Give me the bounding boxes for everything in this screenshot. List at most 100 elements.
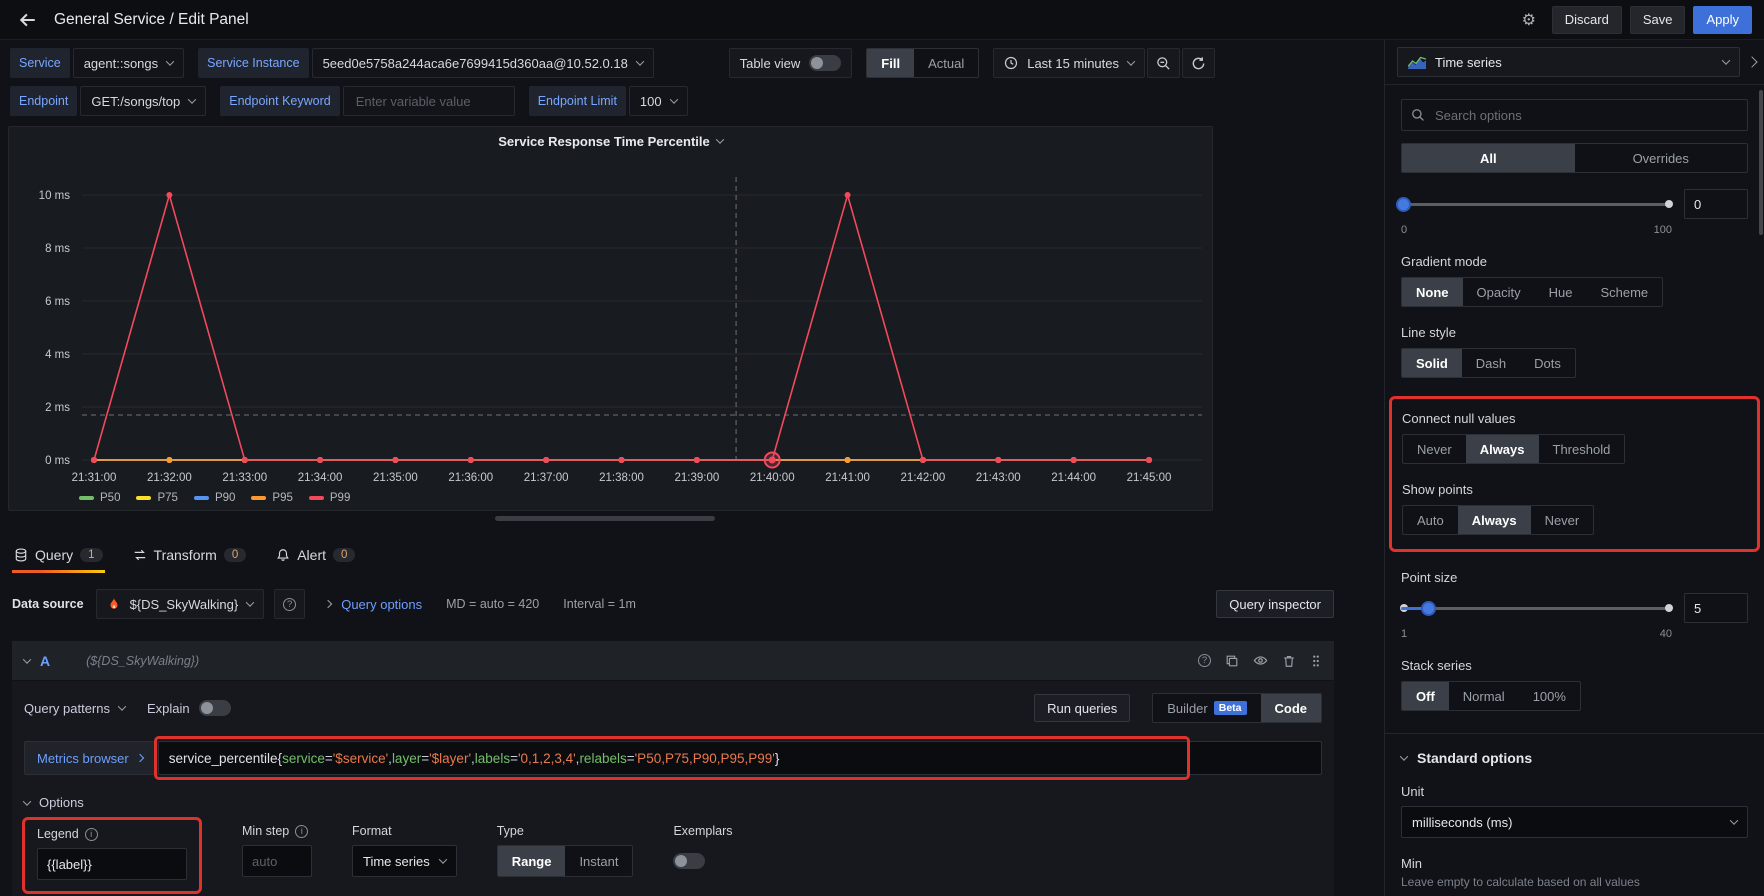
type-label: Type [497, 824, 524, 838]
option-off[interactable]: Off [1402, 682, 1449, 710]
chevron-down-icon [188, 95, 196, 103]
discard-button[interactable]: Discard [1552, 6, 1622, 34]
panel-title-menu[interactable]: Service Response Time Percentile [9, 127, 1212, 155]
fill-opacity-value[interactable]: 0 [1684, 189, 1748, 219]
chart-svg[interactable]: 0 ms2 ms4 ms6 ms8 ms10 ms21:31:0021:32:0… [12, 155, 1209, 490]
gear-icon[interactable]: ⚙ [1514, 6, 1544, 34]
legend-swatch [136, 496, 151, 500]
table-view-toggle[interactable] [809, 55, 841, 71]
builder-option[interactable]: BuilderBeta [1153, 694, 1260, 722]
info-icon: i [295, 825, 308, 838]
fill-option[interactable]: Fill [867, 49, 914, 77]
option-range[interactable]: Range [498, 846, 566, 876]
tab-alert-label: Alert [297, 547, 326, 563]
back-arrow-icon[interactable] [12, 4, 44, 36]
service-select[interactable]: agent::songs [73, 48, 184, 78]
apply-button[interactable]: Apply [1693, 6, 1752, 34]
refresh-button[interactable] [1182, 48, 1215, 78]
query-row-header[interactable]: A (${DS_SkyWalking}) ? [12, 641, 1334, 681]
option-scheme[interactable]: Scheme [1586, 278, 1662, 306]
option-auto[interactable]: Auto [1403, 506, 1458, 534]
query-inspector-button[interactable]: Query inspector [1216, 590, 1334, 618]
help-icon[interactable]: ? [1198, 654, 1211, 667]
legend-input[interactable] [37, 848, 187, 880]
series-point [1146, 457, 1152, 463]
search-options-input[interactable] [1433, 107, 1738, 124]
trash-icon[interactable] [1282, 654, 1296, 668]
builder-code-group: BuilderBeta Code [1152, 693, 1322, 723]
datasource-select[interactable]: ${DS_SkyWalking} [96, 589, 265, 619]
tab-transform[interactable]: Transform 0 [131, 547, 249, 573]
option-always[interactable]: Always [1458, 506, 1531, 534]
query-patterns-button[interactable]: Query patterns [24, 701, 125, 716]
x-tick-label: 21:40:00 [750, 472, 795, 484]
endpoint-keyword-variable: Endpoint Keyword [220, 86, 514, 116]
option-never[interactable]: Never [1531, 506, 1594, 534]
visualization-select[interactable]: Time series [1397, 47, 1740, 77]
expr-token: service_percentile{ [169, 751, 282, 766]
x-tick-label: 21:34:00 [298, 472, 343, 484]
table-view-label: Table view [740, 56, 801, 71]
copy-icon[interactable] [1225, 654, 1239, 668]
drag-handle-icon[interactable] [1310, 654, 1322, 668]
option-never[interactable]: Never [1403, 435, 1466, 463]
endpoint-limit-select[interactable]: 100 [629, 86, 688, 116]
service-instance-select[interactable]: 5eed0e5758a244aca6e7699415d360aa@10.52.0… [312, 48, 654, 78]
tab-query[interactable]: Query 1 [12, 547, 105, 573]
connect-nulls-label: Connect null values [1402, 411, 1747, 426]
metrics-browser-button[interactable]: Metrics browser [24, 741, 156, 775]
panel-title: Service Response Time Percentile [498, 134, 709, 149]
query-options-link[interactable]: Query options [341, 597, 422, 612]
options-collapse-header[interactable]: Options [24, 795, 1322, 810]
time-series-icon [1408, 56, 1426, 69]
option-dash[interactable]: Dash [1462, 349, 1520, 377]
legend-item-P90[interactable]: P90 [194, 492, 235, 504]
series-point [166, 457, 172, 463]
tab-all[interactable]: All [1402, 144, 1575, 172]
query-expression[interactable]: service_percentile{service='$service', l… [158, 741, 1322, 775]
standard-options-header[interactable]: Standard options [1401, 750, 1748, 766]
option-100-[interactable]: 100% [1519, 682, 1580, 710]
scrollbar[interactable] [1759, 90, 1763, 235]
datasource-row: Data source ${DS_SkyWalking} ? Query opt… [12, 589, 1334, 619]
legend-item-P95[interactable]: P95 [251, 492, 292, 504]
min-step-input[interactable] [242, 845, 312, 877]
legend-item-P75[interactable]: P75 [136, 492, 177, 504]
point-size-value[interactable]: 5 [1684, 593, 1748, 623]
run-queries-button[interactable]: Run queries [1034, 694, 1130, 722]
flame-icon [107, 597, 121, 611]
option-instant[interactable]: Instant [565, 846, 632, 876]
tab-alert[interactable]: Alert 0 [274, 547, 357, 573]
legend-item-P50[interactable]: P50 [79, 492, 120, 504]
endpoint-keyword-input[interactable] [354, 93, 504, 110]
options-title: Options [39, 795, 84, 810]
tab-overrides[interactable]: Overrides [1575, 144, 1748, 172]
slider-thumb[interactable] [1396, 197, 1411, 212]
endpoint-select[interactable]: GET:/songs/top [80, 86, 206, 116]
exemplars-toggle[interactable] [673, 853, 705, 869]
option-solid[interactable]: Solid [1402, 349, 1462, 377]
panel-resize-handle[interactable] [495, 516, 715, 521]
explain-toggle[interactable] [199, 700, 231, 716]
option-none[interactable]: None [1402, 278, 1463, 306]
format-select[interactable]: Time series [352, 845, 457, 877]
point-size-slider[interactable] [1401, 607, 1672, 610]
option-threshold[interactable]: Threshold [1539, 435, 1625, 463]
option-opacity[interactable]: Opacity [1463, 278, 1535, 306]
actual-option[interactable]: Actual [914, 49, 978, 77]
option-hue[interactable]: Hue [1535, 278, 1587, 306]
option-always[interactable]: Always [1466, 435, 1539, 463]
eye-icon[interactable] [1253, 653, 1268, 668]
time-range-picker[interactable]: Last 15 minutes [993, 48, 1145, 78]
unit-select[interactable]: milliseconds (ms) [1401, 806, 1748, 838]
option-normal[interactable]: Normal [1449, 682, 1519, 710]
zoom-out-button[interactable] [1147, 48, 1180, 78]
save-button[interactable]: Save [1630, 6, 1686, 34]
fill-opacity-slider[interactable] [1401, 203, 1672, 206]
code-option[interactable]: Code [1261, 694, 1322, 722]
collapse-pane-icon[interactable] [1746, 56, 1757, 67]
slider-thumb[interactable] [1421, 601, 1436, 616]
datasource-help-button[interactable]: ? [274, 589, 305, 619]
legend-item-P99[interactable]: P99 [309, 492, 350, 504]
option-dots[interactable]: Dots [1520, 349, 1575, 377]
